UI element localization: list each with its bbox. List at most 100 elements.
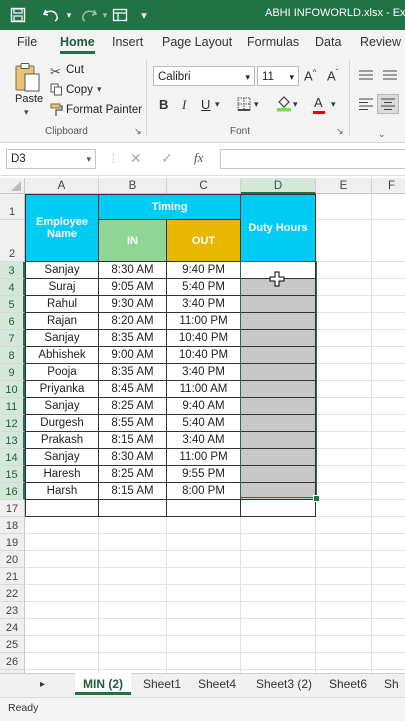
employee-name-cell[interactable]: Suraj <box>25 279 99 296</box>
tab-formulas[interactable]: Formulas <box>247 35 299 49</box>
customize-toolbar-icon[interactable]: ▾ <box>137 5 151 25</box>
row-header[interactable]: 21 <box>0 568 25 585</box>
scroll-tabs-right-icon[interactable]: ▸ <box>40 679 45 690</box>
out-time-cell[interactable]: 3:40 PM <box>167 364 241 381</box>
out-time-cell[interactable]: 11:00 PM <box>167 313 241 330</box>
out-time-cell[interactable]: 10:40 PM <box>167 330 241 347</box>
duty-hours-cell[interactable] <box>241 364 316 381</box>
tab-home[interactable]: Home <box>60 35 95 54</box>
font-size-dropdown-icon[interactable]: ▾ <box>289 67 294 87</box>
ribbon-collapse-icon[interactable]: ⌄ <box>378 129 386 140</box>
copy-button[interactable]: Copy <box>66 84 93 96</box>
fill-handle[interactable] <box>313 495 320 502</box>
empty-table-cell[interactable] <box>167 500 241 517</box>
in-time-cell[interactable]: 8:45 AM <box>99 381 167 398</box>
sheet-tab-sheet4[interactable]: Sheet4 <box>198 677 236 691</box>
in-time-cell[interactable]: 8:35 AM <box>99 330 167 347</box>
borders-dropdown-icon[interactable]: ▾ <box>254 99 259 110</box>
undo-dropdown-icon[interactable]: ▾ <box>64 5 74 25</box>
tab-page-layout[interactable]: Page Layout <box>162 35 232 49</box>
employee-name-cell[interactable]: Harsh <box>25 483 99 500</box>
duty-hours-cell[interactable] <box>241 483 316 500</box>
employee-name-cell[interactable]: Prakash <box>25 432 99 449</box>
formula-input[interactable] <box>220 149 405 169</box>
out-header[interactable]: OUT <box>167 220 241 262</box>
column-header-f[interactable]: F <box>372 178 405 194</box>
empty-table-cell[interactable] <box>99 500 167 517</box>
duty-hours-cell[interactable] <box>241 313 316 330</box>
tab-review[interactable]: Review <box>360 35 401 49</box>
employee-name-cell[interactable]: Sanjay <box>25 398 99 415</box>
row-header[interactable]: 17 <box>0 500 25 517</box>
name-box[interactable]: D3 ▾ <box>6 149 96 169</box>
bold-button[interactable]: B <box>159 97 168 112</box>
in-time-cell[interactable]: 8:30 AM <box>99 262 167 279</box>
top-align-icon[interactable] <box>358 68 374 82</box>
out-time-cell[interactable]: 5:40 AM <box>167 415 241 432</box>
out-time-cell[interactable]: 9:55 PM <box>167 466 241 483</box>
font-color-dropdown-icon[interactable]: ▾ <box>331 99 336 110</box>
clipboard-launcher-icon[interactable]: ↘ <box>134 126 142 137</box>
row-header[interactable]: 20 <box>0 551 25 568</box>
duty-hours-cell[interactable] <box>241 466 316 483</box>
copy-icon[interactable] <box>50 83 64 97</box>
row-header[interactable]: 22 <box>0 585 25 602</box>
column-header-c[interactable]: C <box>167 178 241 194</box>
column-header-a[interactable]: A <box>25 178 99 194</box>
row-header[interactable]: 26 <box>0 653 25 670</box>
tab-file[interactable]: File <box>17 35 37 49</box>
copy-dropdown-icon[interactable]: ▾ <box>97 84 102 95</box>
out-time-cell[interactable]: 3:40 PM <box>167 296 241 313</box>
employee-name-cell[interactable]: Haresh <box>25 466 99 483</box>
employee-name-cell[interactable]: Abhishek <box>25 347 99 364</box>
form-icon[interactable] <box>110 5 130 25</box>
format-painter-icon[interactable] <box>50 103 64 117</box>
middle-align-icon[interactable] <box>382 68 398 82</box>
out-time-cell[interactable]: 11:00 PM <box>167 449 241 466</box>
out-time-cell[interactable]: 11:00 AM <box>167 381 241 398</box>
sheet-tab-sheet3-2[interactable]: Sheet3 (2) <box>256 677 312 691</box>
align-center-icon[interactable] <box>377 94 399 114</box>
employee-name-cell[interactable]: Priyanka <box>25 381 99 398</box>
out-time-cell[interactable]: 3:40 AM <box>167 432 241 449</box>
row-header[interactable]: 23 <box>0 602 25 619</box>
italic-button[interactable]: I <box>182 97 186 113</box>
in-time-cell[interactable]: 8:30 AM <box>99 449 167 466</box>
font-name-box[interactable]: Calibri ▾ <box>153 66 255 86</box>
name-box-dropdown-icon[interactable]: ▾ <box>86 150 91 168</box>
enter-icon[interactable]: ✓ <box>161 150 173 167</box>
duty-hours-cell[interactable] <box>241 381 316 398</box>
font-name-dropdown-icon[interactable]: ▾ <box>245 67 250 87</box>
empty-table-cell[interactable] <box>241 500 316 517</box>
employee-name-header[interactable]: Employee Name <box>25 194 99 262</box>
duty-hours-cell[interactable] <box>241 347 316 364</box>
row-header[interactable]: 12 <box>0 415 25 432</box>
duty-hours-cell[interactable] <box>241 432 316 449</box>
employee-name-cell[interactable]: Durgesh <box>25 415 99 432</box>
insert-function-icon[interactable]: fx <box>194 150 203 166</box>
employee-name-cell[interactable]: Rajan <box>25 313 99 330</box>
duty-hours-cell[interactable] <box>241 449 316 466</box>
out-time-cell[interactable]: 8:00 PM <box>167 483 241 500</box>
timing-header[interactable]: Timing <box>99 194 241 220</box>
duty-hours-header[interactable]: Duty Hours <box>241 194 316 262</box>
row-header[interactable]: 11 <box>0 398 25 415</box>
underline-dropdown-icon[interactable]: ▾ <box>215 99 220 110</box>
duty-hours-cell[interactable] <box>241 296 316 313</box>
employee-name-cell[interactable]: Rahul <box>25 296 99 313</box>
in-header[interactable]: IN <box>99 220 167 262</box>
row-header[interactable]: 15 <box>0 466 25 483</box>
in-time-cell[interactable]: 8:20 AM <box>99 313 167 330</box>
in-time-cell[interactable]: 8:55 AM <box>99 415 167 432</box>
paste-label[interactable]: Paste <box>15 93 43 105</box>
in-time-cell[interactable]: 9:00 AM <box>99 347 167 364</box>
sheet-tab-min-2[interactable]: MIN (2) <box>75 673 131 695</box>
tab-data[interactable]: Data <box>315 35 341 49</box>
row-header[interactable]: 4 <box>0 279 25 296</box>
out-time-cell[interactable]: 10:40 PM <box>167 347 241 364</box>
font-color-button[interactable]: A <box>313 95 325 114</box>
employee-name-cell[interactable]: Sanjay <box>25 449 99 466</box>
scissors-icon[interactable]: ✂ <box>50 64 64 80</box>
tab-insert[interactable]: Insert <box>112 35 143 49</box>
in-time-cell[interactable]: 8:35 AM <box>99 364 167 381</box>
